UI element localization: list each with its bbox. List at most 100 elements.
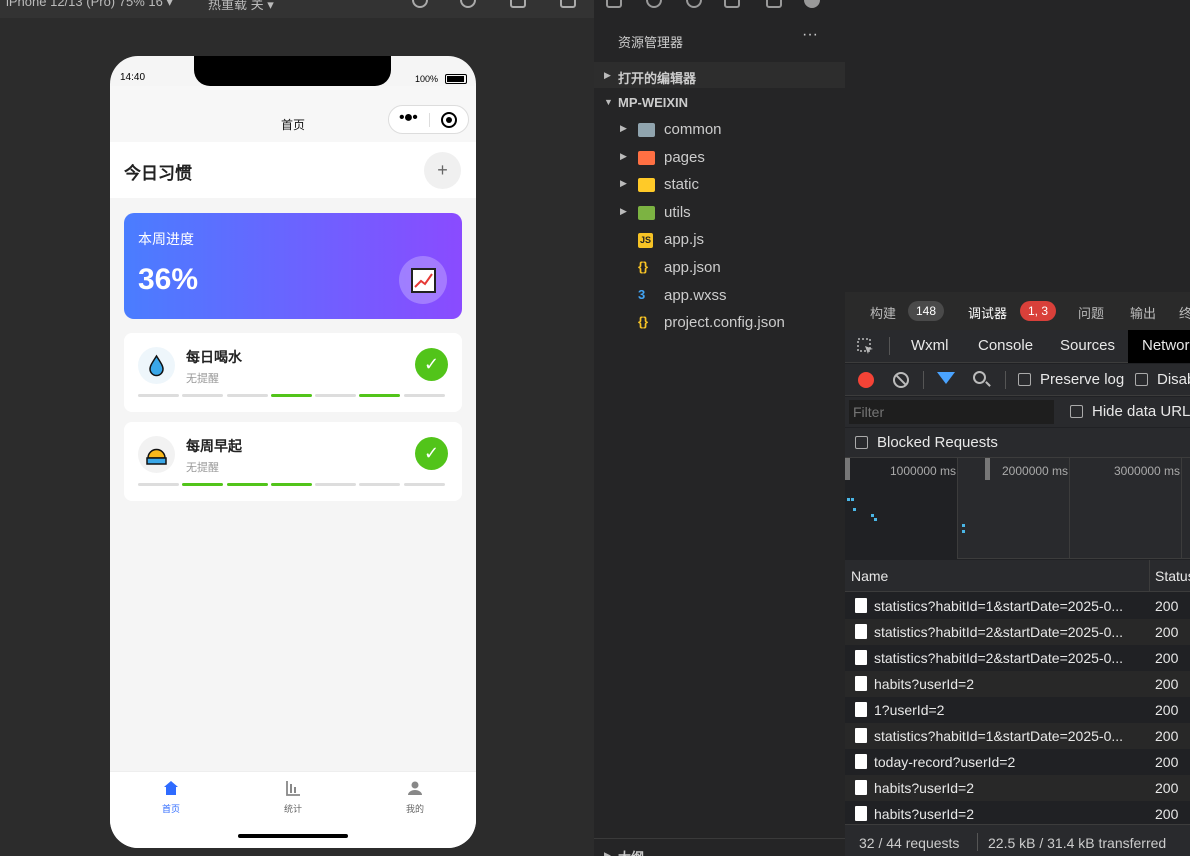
account-icon[interactable] xyxy=(804,0,820,8)
tab-home[interactable]: 首页 xyxy=(110,780,232,815)
tree-item-label: pages xyxy=(664,148,705,166)
request-row[interactable]: statistics?habitId=1&startDate=2025-0...… xyxy=(845,593,1190,619)
day-segment xyxy=(403,483,445,486)
device-selector[interactable]: iPhone 12/13 (Pro) 75% 16 ▾ xyxy=(6,0,173,10)
request-status: 200 xyxy=(1155,676,1179,692)
stats-icon xyxy=(286,781,300,796)
request-row[interactable]: statistics?habitId=2&startDate=2025-0...… xyxy=(845,645,1190,671)
tree-folder[interactable]: ▶ utils xyxy=(594,200,845,226)
tab-network[interactable]: Network xyxy=(1128,330,1190,363)
timeline-request-mark xyxy=(871,514,874,517)
tree-folder[interactable]: ▶ pages xyxy=(594,145,845,171)
request-name: 1?userId=2 xyxy=(874,702,945,718)
source-control-icon[interactable] xyxy=(686,0,702,8)
mini-program-capsule[interactable]: •●• xyxy=(388,105,469,134)
tab-problems[interactable]: 问题 xyxy=(1078,303,1104,322)
hot-reload-selector[interactable]: 热重载 关 ▾ xyxy=(208,0,274,13)
preserve-log-checkbox[interactable] xyxy=(1018,373,1031,386)
stop-icon[interactable] xyxy=(460,0,476,8)
search-icon[interactable] xyxy=(646,0,662,8)
filter-icon[interactable] xyxy=(937,372,955,384)
filter-input[interactable] xyxy=(849,400,1054,424)
habit-card[interactable]: 每周早起 无提醒 ✓ xyxy=(124,422,462,501)
project-section[interactable]: ▼ MP-WEIXIN xyxy=(594,89,845,115)
search-icon[interactable] xyxy=(973,371,986,384)
day-segment xyxy=(315,483,357,486)
column-divider[interactable] xyxy=(1149,560,1150,592)
close-icon[interactable] xyxy=(441,112,457,128)
day-segment xyxy=(226,394,268,397)
more-icon[interactable]: •●• xyxy=(399,109,418,127)
request-row[interactable]: statistics?habitId=1&startDate=2025-0...… xyxy=(845,723,1190,749)
timeline-request-mark xyxy=(962,530,965,533)
clear-icon[interactable] xyxy=(893,372,909,388)
progress-title: 本周进度 xyxy=(138,231,194,247)
tree-folder[interactable]: ▶ common xyxy=(594,117,845,143)
chevron-right-icon: ▶ xyxy=(604,850,611,856)
tab-profile[interactable]: 我的 xyxy=(354,780,476,815)
blocked-requests-checkbox[interactable] xyxy=(855,436,868,449)
tab-build[interactable]: 构建 xyxy=(870,303,896,322)
files-icon[interactable] xyxy=(606,0,622,8)
tree-item-label: project.config.json xyxy=(664,314,785,332)
outline-section[interactable]: ▶ 大纲 xyxy=(594,838,845,856)
tree-file[interactable]: JS app.js xyxy=(594,227,845,253)
column-name[interactable]: Name xyxy=(851,568,888,584)
tree-file[interactable]: {} app.json xyxy=(594,255,845,281)
open-editors-section[interactable]: ▶ 打开的编辑器 xyxy=(594,62,845,88)
habit-check-button[interactable]: ✓ xyxy=(415,348,448,381)
phone-icon[interactable] xyxy=(510,0,526,8)
home-icon xyxy=(164,781,178,795)
hide-data-urls-checkbox[interactable] xyxy=(1070,405,1083,418)
document-icon xyxy=(855,780,867,795)
record-icon[interactable] xyxy=(858,372,874,388)
timeline-handle-right[interactable] xyxy=(985,458,990,480)
habit-card[interactable]: 每日喝水 无提醒 ✓ xyxy=(124,333,462,412)
more-actions-icon[interactable]: ··· xyxy=(802,26,818,44)
habit-reminder: 无提醒 xyxy=(186,373,219,385)
column-status[interactable]: Status xyxy=(1155,568,1190,584)
tree-folder[interactable]: ▶ static xyxy=(594,172,845,198)
tab-sources[interactable]: Sources xyxy=(1060,337,1115,354)
tab-stats[interactable]: 统计 xyxy=(232,780,354,815)
document-icon xyxy=(855,806,867,821)
css-file-icon: 3 xyxy=(638,286,646,302)
network-timeline[interactable]: 1000000 ms 2000000 ms 3000000 ms xyxy=(845,458,1190,559)
timeline-handle-left[interactable] xyxy=(845,458,850,480)
battery-icon xyxy=(445,74,467,84)
request-row[interactable]: statistics?habitId=2&startDate=2025-0...… xyxy=(845,619,1190,645)
extensions-icon[interactable] xyxy=(724,0,740,8)
tab-output[interactable]: 输出 xyxy=(1130,303,1156,322)
habit-check-button[interactable]: ✓ xyxy=(415,437,448,470)
home-indicator xyxy=(238,834,348,838)
tab-wxml[interactable]: Wxml xyxy=(911,337,949,354)
timeline-request-mark xyxy=(851,498,854,501)
request-row[interactable]: habits?userId=2 200 xyxy=(845,775,1190,801)
editor-area xyxy=(845,0,1190,292)
request-name: today-record?userId=2 xyxy=(874,754,1016,770)
request-status: 200 xyxy=(1155,702,1179,718)
chevron-right-icon: ▶ xyxy=(604,70,611,80)
request-row[interactable]: today-record?userId=2 200 xyxy=(845,749,1190,775)
simulator-panel: iPhone 12/13 (Pro) 75% 16 ▾ 热重载 关 ▾ 14:4… xyxy=(0,0,594,856)
chevron-down-icon: ▼ xyxy=(604,97,613,107)
layout-icon[interactable] xyxy=(766,0,782,8)
tree-file[interactable]: 3 app.wxss xyxy=(594,283,845,309)
progress-value: 36% xyxy=(138,263,199,296)
tab-debugger[interactable]: 调试器 xyxy=(968,303,1007,322)
copy-icon[interactable] xyxy=(560,0,576,8)
filter-row: Hide data URLs xyxy=(845,397,1190,427)
request-row[interactable]: 1?userId=2 200 xyxy=(845,697,1190,723)
capsule-divider xyxy=(429,113,430,127)
request-status: 200 xyxy=(1155,650,1179,666)
toolbar-divider xyxy=(1005,371,1006,389)
tab-terminal[interactable]: 终 xyxy=(1179,303,1190,322)
refresh-icon[interactable] xyxy=(412,0,428,8)
add-habit-button[interactable]: + xyxy=(424,152,461,189)
inspect-icon[interactable] xyxy=(857,338,875,356)
request-name: statistics?habitId=2&startDate=2025-0... xyxy=(874,650,1124,666)
tab-console[interactable]: Console xyxy=(978,337,1033,354)
tree-file[interactable]: {} project.config.json xyxy=(594,310,845,336)
request-row[interactable]: habits?userId=2 200 xyxy=(845,671,1190,697)
disable-cache-checkbox[interactable] xyxy=(1135,373,1148,386)
